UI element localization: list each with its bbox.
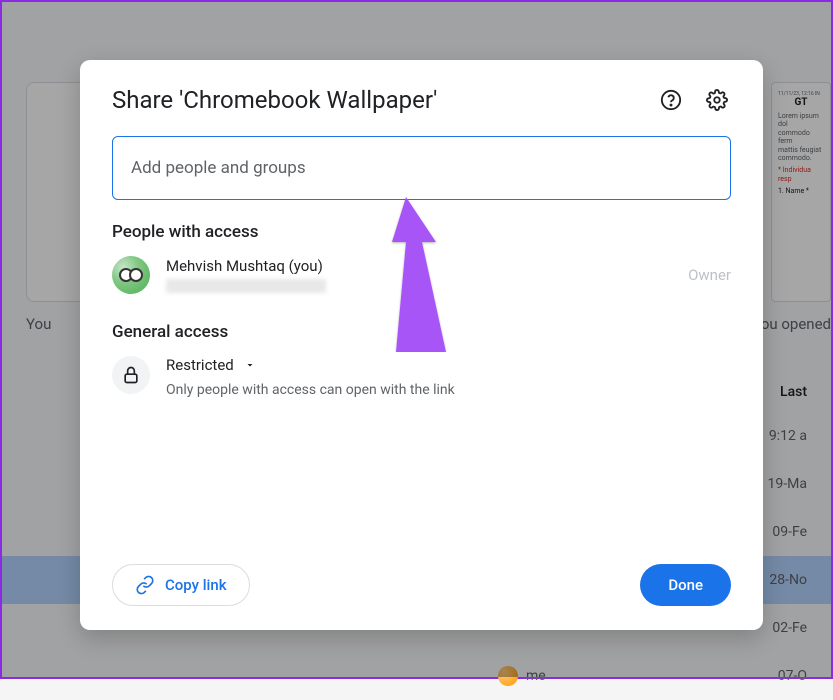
chevron-down-icon	[244, 359, 256, 371]
add-people-input[interactable]	[131, 158, 712, 178]
lock-icon-wrap	[112, 356, 150, 394]
share-modal: Share 'Chromebook Wallpaper' People with…	[80, 60, 763, 630]
modal-title: Share 'Chromebook Wallpaper'	[112, 86, 437, 114]
general-section-title: General access	[112, 322, 731, 342]
lock-icon	[121, 365, 141, 385]
people-section-title: People with access	[112, 222, 731, 242]
settings-icon[interactable]	[703, 86, 731, 114]
access-select[interactable]: Restricted	[166, 356, 455, 374]
person-role: Owner	[688, 266, 731, 284]
avatar	[112, 256, 150, 294]
help-icon[interactable]	[657, 86, 685, 114]
access-description: Only people with access can open with th…	[166, 382, 455, 398]
link-icon	[135, 575, 155, 595]
person-row: Mehvish Mushtaq (you) Owner	[112, 256, 731, 294]
modal-header: Share 'Chromebook Wallpaper'	[112, 86, 731, 114]
access-label: Restricted	[166, 356, 234, 374]
modal-footer: Copy link Done	[112, 564, 731, 606]
copy-link-button[interactable]: Copy link	[112, 564, 250, 606]
person-email-blurred	[166, 279, 326, 293]
done-button[interactable]: Done	[640, 564, 731, 606]
copy-link-label: Copy link	[165, 576, 227, 594]
access-row: Restricted Only people with access can o…	[112, 356, 731, 398]
add-people-input-wrap[interactable]	[112, 136, 731, 200]
person-name: Mehvish Mushtaq (you)	[166, 257, 326, 275]
